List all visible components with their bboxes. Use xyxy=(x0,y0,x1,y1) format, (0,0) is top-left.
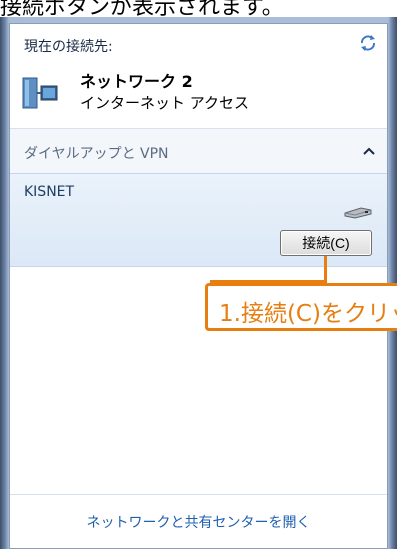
refresh-icon[interactable] xyxy=(359,34,377,52)
connect-button[interactable]: 接続(C) xyxy=(280,230,372,256)
footer-divider xyxy=(10,494,387,495)
vpn-connection-item[interactable]: KISNET 接続(C) xyxy=(10,173,387,267)
network-name: ネットワーク 2 xyxy=(80,72,193,91)
dialup-vpn-header[interactable]: ダイヤルアップと VPN xyxy=(10,129,387,173)
callout-pointer-vertical xyxy=(324,256,327,280)
dialup-vpn-label: ダイヤルアップと VPN xyxy=(24,146,169,162)
vpn-connection-name: KISNET xyxy=(24,184,75,200)
network-access-status: インターネット アクセス xyxy=(80,94,250,112)
instruction-callout: 1.接続(C)をクリック xyxy=(205,283,397,331)
network-sharing-center-link[interactable]: ネットワークと共有センターを開く xyxy=(10,512,387,532)
current-connection-section: 現在の接続先: ネットワーク 2 インターネット アクセス xyxy=(10,24,387,129)
chevron-up-icon[interactable] xyxy=(363,147,375,155)
network-icon xyxy=(22,77,58,109)
current-connection-label: 現在の接続先: xyxy=(24,39,113,55)
modem-icon xyxy=(344,207,372,219)
